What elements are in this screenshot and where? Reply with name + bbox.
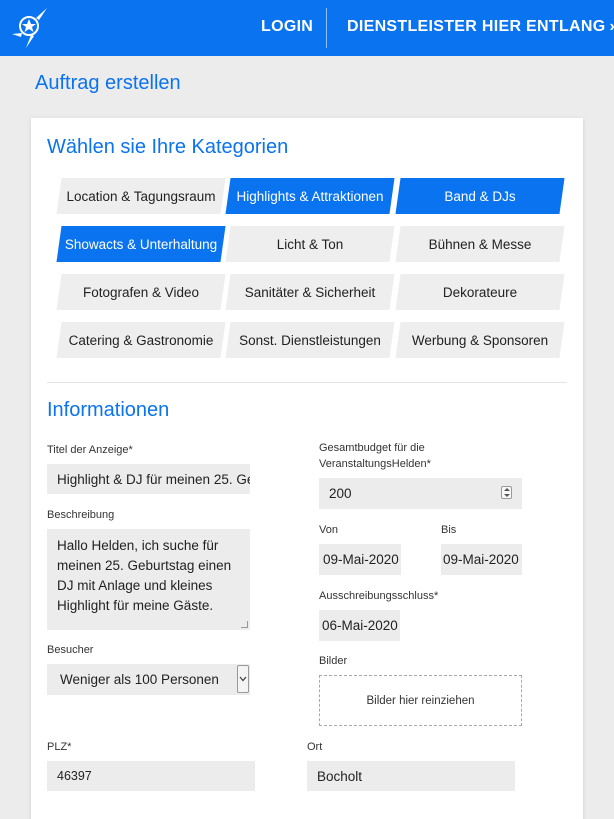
category-label: Fotografen & Video <box>82 284 200 300</box>
category-showacts[interactable]: Showacts & Unterhaltung <box>56 226 226 262</box>
city-label: Ort <box>307 741 323 753</box>
visitors-label: Besucher <box>47 644 94 656</box>
page-title: Auftrag erstellen <box>35 72 181 94</box>
from-label: Von <box>319 524 338 536</box>
description-textarea[interactable]: Hallo Helden, ich suche für meinen 25. G… <box>47 529 250 630</box>
category-licht-ton[interactable]: Licht & Ton <box>225 226 395 262</box>
category-catering[interactable]: Catering & Gastronomie <box>56 322 226 358</box>
category-label: Showacts & Unterhaltung <box>64 236 218 252</box>
providers-link-label: DIENSTLEISTER HIER ENTLANG <box>347 18 606 35</box>
top-navigation-bar: LOGIN DIENSTLEISTER HIER ENTLANG› <box>0 0 614 56</box>
to-label: Bis <box>441 524 457 536</box>
from-date-input[interactable]: 09-Mai-2020 <box>319 544 401 575</box>
number-stepper-icon[interactable] <box>501 486 512 499</box>
section-divider <box>47 382 567 383</box>
budget-input[interactable]: 200 <box>319 478 522 509</box>
nav-divider <box>326 8 327 48</box>
images-label: Bilder <box>319 655 348 667</box>
category-label: Location & Tagungsraum <box>66 188 216 204</box>
category-label: Highlights & Attraktionen <box>236 188 384 204</box>
budget-label: Gesamtbudget für die VeranstaltungsHelde… <box>319 442 431 470</box>
category-label: Sonst. Dienstleistungen <box>239 332 381 348</box>
visitors-selected-value: Weniger als 100 Personen <box>60 672 219 687</box>
category-location[interactable]: Location & Tagungsraum <box>56 178 226 214</box>
category-highlights[interactable]: Highlights & Attraktionen <box>225 178 395 214</box>
compass-star-icon[interactable] <box>10 6 50 50</box>
deadline-date-input[interactable]: 06-Mai-2020 <box>319 610 400 641</box>
category-label: Sanitäter & Sicherheit <box>244 284 376 300</box>
order-form-card: Wählen sie Ihre Kategorien Location & Ta… <box>31 118 583 819</box>
categories-title: Wählen sie Ihre Kategorien <box>47 136 289 158</box>
to-date-input[interactable]: 09-Mai-2020 <box>441 544 522 575</box>
visitors-select[interactable]: Weniger als 100 Personen <box>47 664 250 695</box>
category-fotografen[interactable]: Fotografen & Video <box>56 274 226 310</box>
category-label: Band & DJs <box>444 188 516 204</box>
category-werbung[interactable]: Werbung & Sponsoren <box>395 322 565 358</box>
info-title: Informationen <box>47 399 170 421</box>
category-label: Catering & Gastronomie <box>68 332 214 348</box>
chevron-right-icon: › <box>609 18 614 36</box>
providers-link[interactable]: DIENSTLEISTER HIER ENTLANG› <box>347 18 614 36</box>
category-buehnen-messe[interactable]: Bühnen & Messe <box>395 226 565 262</box>
budget-value: 200 <box>329 486 352 501</box>
description-label: Beschreibung <box>47 509 115 521</box>
category-sanitaeter[interactable]: Sanitäter & Sicherheit <box>225 274 395 310</box>
ad-title-input[interactable]: Highlight & DJ für meinen 25. Geburtstag <box>47 464 250 494</box>
ad-title-label: Titel der Anzeige* <box>47 444 133 456</box>
zip-label: PLZ* <box>47 741 72 753</box>
deadline-label: Ausschreibungsschluss* <box>319 590 439 602</box>
image-dropzone[interactable]: Bilder hier reinziehen <box>319 675 522 726</box>
category-label: Werbung & Sponsoren <box>411 332 549 348</box>
chevron-down-icon[interactable] <box>237 665 249 693</box>
category-band-djs[interactable]: Band & DJs <box>395 178 565 214</box>
category-sonstige[interactable]: Sonst. Dienstleistungen <box>225 322 395 358</box>
category-label: Dekorateure <box>442 284 518 300</box>
login-link[interactable]: LOGIN <box>261 18 313 36</box>
category-label: Licht & Ton <box>276 236 344 252</box>
resize-handle-icon[interactable] <box>241 621 248 628</box>
zip-input[interactable]: 46397 <box>47 761 255 791</box>
description-text: Hallo Helden, ich suche für meinen 25. G… <box>57 538 232 613</box>
category-label: Bühnen & Messe <box>428 236 532 252</box>
city-input[interactable]: Bocholt <box>307 761 515 791</box>
category-dekorateure[interactable]: Dekorateure <box>395 274 565 310</box>
